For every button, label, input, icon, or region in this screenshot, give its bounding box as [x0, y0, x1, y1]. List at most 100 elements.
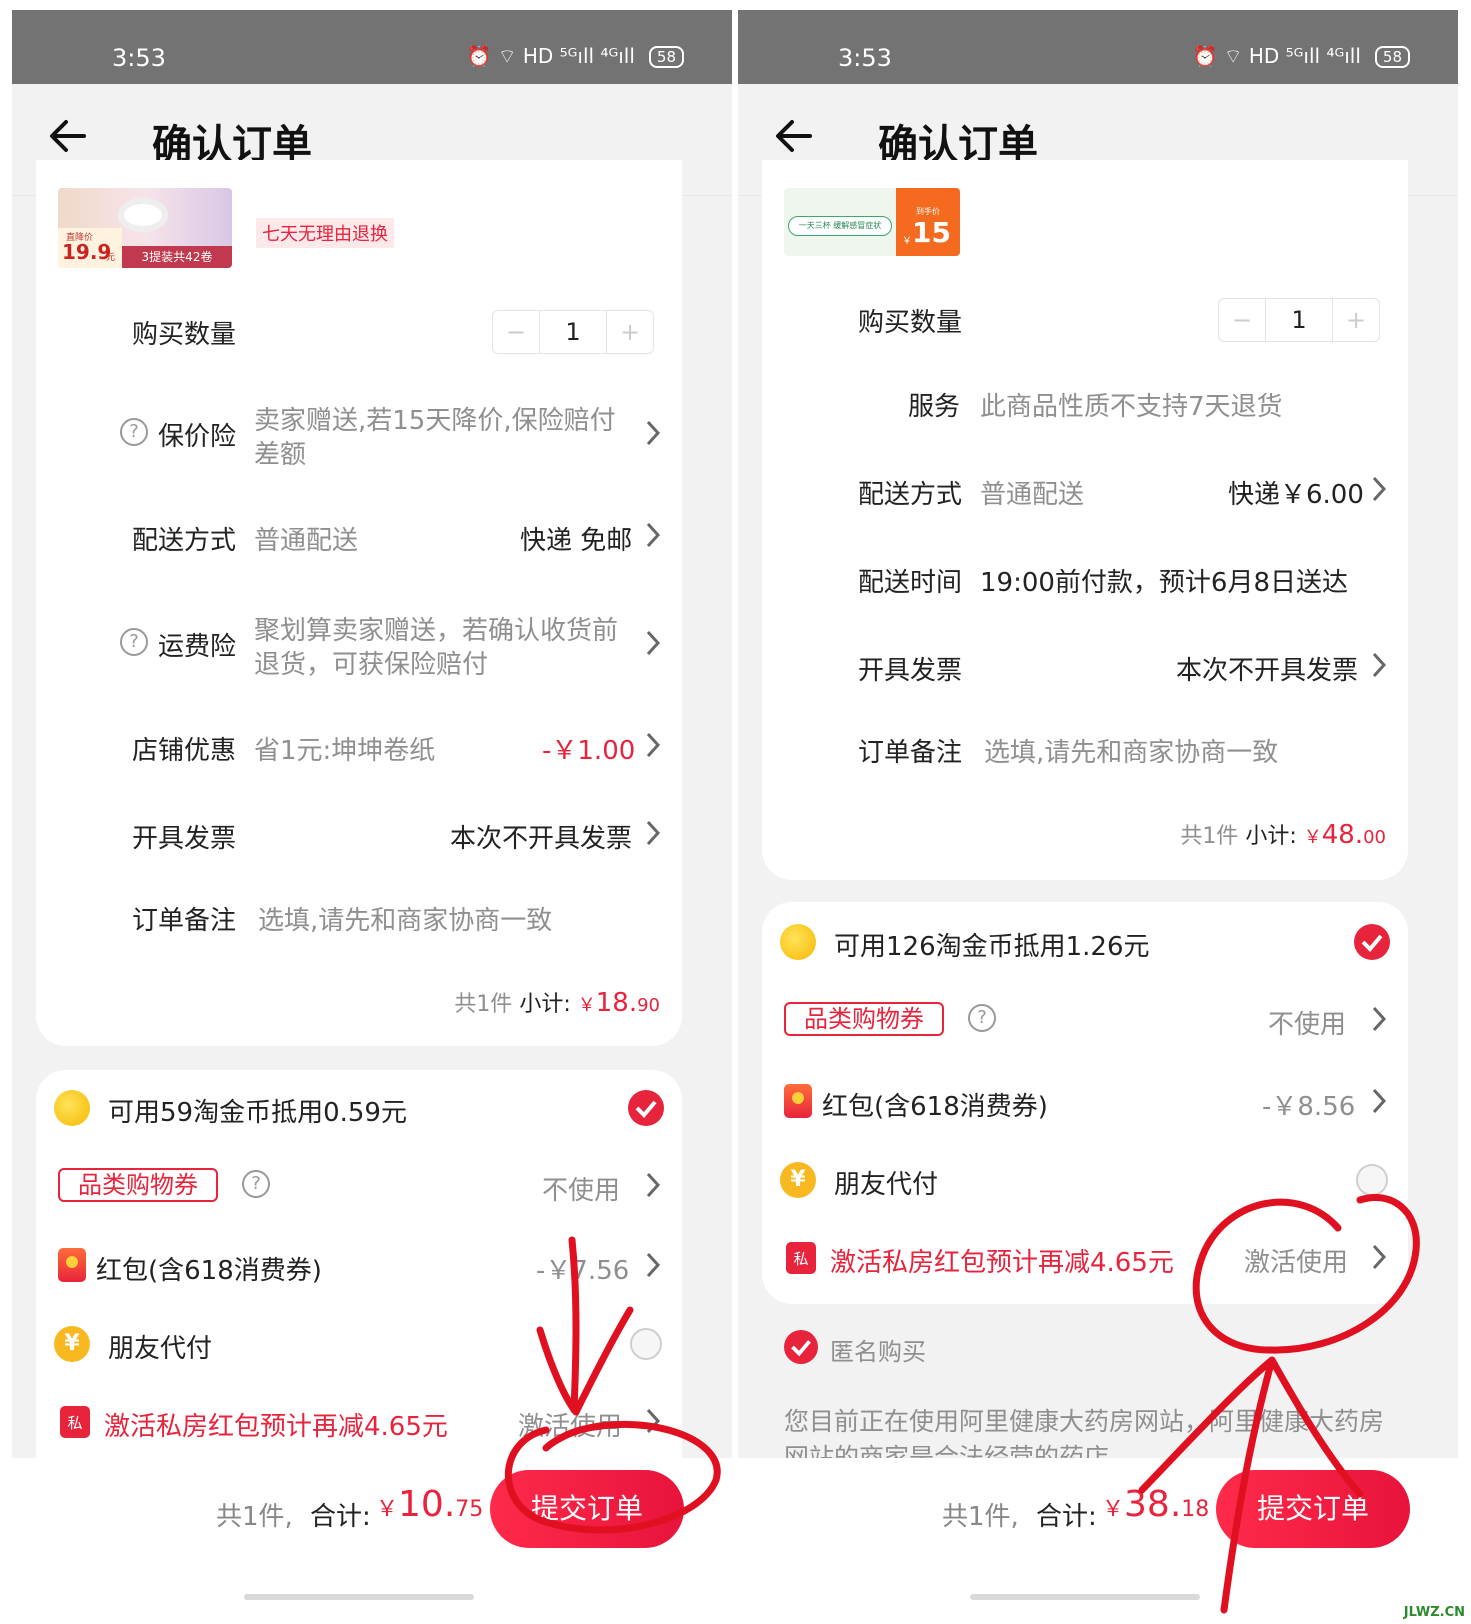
payment-card: 可用126淘金币抵用1.26元 品类购物券 ? 不使用 红包(含618消费券) …	[762, 902, 1408, 1304]
quantity-label: 购买数量	[858, 308, 963, 338]
coins-checkbox[interactable]	[628, 1090, 664, 1126]
activate-text: 激活私房红包预计再减4.65元	[104, 1412, 448, 1442]
invoice-label: 开具发票	[858, 656, 963, 686]
status-icons: ⏰ ⌔ HD ⁵ᴳıll ⁴ᴳıll 58	[466, 44, 684, 69]
increase-button[interactable]: +	[1333, 299, 1379, 341]
invoice-value[interactable]: 本次不开具发票	[450, 818, 632, 855]
chevron-right-icon[interactable]	[1370, 1004, 1388, 1034]
chevron-right-icon[interactable]	[644, 1406, 662, 1436]
chevron-right-icon[interactable]	[644, 418, 662, 448]
subtotal-label: 小计:	[519, 992, 571, 1017]
coupon-status[interactable]: 不使用	[542, 1170, 620, 1207]
price-insurance-label: 保价险	[158, 422, 237, 452]
submit-order-button[interactable]: 提交订单	[490, 1470, 684, 1548]
activate-button[interactable]: 激活使用	[1244, 1242, 1348, 1279]
invoice-label: 开具发票	[132, 824, 237, 854]
remark-input[interactable]: 选填,请先和商家协商一致	[258, 900, 552, 937]
price-badge: 到手价 ￥ 15	[896, 188, 960, 256]
status-icons: ⏰ ⌔ HD ⁵ᴳıll ⁴ᴳıll 58	[1192, 44, 1410, 69]
subtotal: 共1件 小计: ￥18.90	[454, 986, 660, 1018]
subtotal-int: 48.	[1321, 820, 1364, 850]
item-count: 共1件,	[942, 1502, 1019, 1532]
friend-pay-checkbox[interactable]	[630, 1328, 662, 1360]
redpacket-amount[interactable]: -￥8.56	[1262, 1086, 1355, 1123]
back-arrow-icon[interactable]	[48, 116, 88, 156]
subtotal-symbol: ￥	[577, 995, 596, 1016]
activate-button[interactable]: 激活使用	[518, 1406, 622, 1443]
chevron-right-icon[interactable]	[1370, 474, 1388, 504]
anonymous-row: 匿名购买	[762, 1320, 1408, 1380]
chevron-right-icon[interactable]	[644, 818, 662, 848]
decrease-button[interactable]: −	[1219, 299, 1265, 341]
signal-icons: ⏰ ⌔ HD ⁵ᴳıll ⁴ᴳıll	[1192, 44, 1361, 68]
anonymous-checkbox[interactable]	[784, 1330, 818, 1364]
help-icon[interactable]: ?	[242, 1170, 270, 1198]
subtotal-count: 共1件	[1180, 824, 1239, 849]
status-bar: 3:53 ⏰ ⌔ HD ⁵ᴳıll ⁴ᴳıll 58	[12, 10, 732, 84]
chevron-right-icon[interactable]	[1370, 1086, 1388, 1116]
quantity-value[interactable]: 1	[539, 311, 607, 353]
private-redpacket-icon: 私	[786, 1242, 816, 1274]
delivery-label: 配送方式	[132, 526, 237, 556]
status-time: 3:53	[112, 44, 166, 72]
subtotal-dec: 00	[1363, 827, 1386, 848]
submit-order-button[interactable]: 提交订单	[1216, 1470, 1410, 1548]
coins-checkbox[interactable]	[1354, 924, 1390, 960]
product-thumbnail[interactable]: 直降价 19.9 元 3提装共42卷	[58, 188, 232, 268]
pharmacy-notice: 您目前正在使用阿里健康大药房网站，阿里健康大药房	[784, 1407, 1385, 1436]
chevron-right-icon[interactable]	[1370, 650, 1388, 680]
category-coupon-tag[interactable]: 品类购物券	[58, 1168, 218, 1202]
subtotal-int: 18.	[595, 988, 638, 1018]
friend-pay-label: 朋友代付	[834, 1170, 939, 1200]
help-icon[interactable]: ?	[120, 418, 148, 446]
item-count: 共1件,	[216, 1502, 293, 1532]
total-label: 合计:	[1036, 1502, 1097, 1532]
category-coupon-tag[interactable]: 品类购物券	[784, 1002, 944, 1036]
help-icon[interactable]: ?	[968, 1004, 996, 1032]
back-arrow-icon[interactable]	[774, 116, 814, 156]
remark-label: 订单备注	[858, 738, 963, 768]
subtotal: 共1件 小计: ￥48.00	[1180, 818, 1386, 850]
redpacket-label: 红包(含618消费券)	[822, 1092, 1048, 1122]
chevron-right-icon[interactable]	[1370, 1242, 1388, 1272]
product-thumbnail[interactable]: 一天三杯 缓解感冒症状 到手价 ￥ 15	[784, 188, 960, 256]
yen-icon: ¥	[54, 1326, 90, 1362]
toilet-roll-image	[118, 198, 168, 232]
increase-button[interactable]: +	[607, 311, 653, 353]
total-amount: ￥38.18	[1102, 1484, 1210, 1525]
yen-icon: ¥	[780, 1162, 816, 1198]
gold-coin-icon	[780, 924, 816, 960]
remark-input[interactable]: 选填,请先和商家协商一致	[984, 732, 1278, 769]
redpacket-label: 红包(含618消费券)	[96, 1256, 322, 1286]
total-amount: ￥10.75	[376, 1484, 484, 1525]
chevron-right-icon[interactable]	[644, 1170, 662, 1200]
friend-pay-checkbox[interactable]	[1356, 1164, 1388, 1196]
subtotal-label: 小计:	[1245, 824, 1297, 849]
chevron-right-icon[interactable]	[644, 628, 662, 658]
price-insurance-value-2: 差额	[254, 440, 307, 470]
help-icon[interactable]: ?	[120, 628, 148, 656]
chevron-right-icon[interactable]	[644, 1250, 662, 1280]
coupon-status[interactable]: 不使用	[1268, 1004, 1346, 1041]
invoice-value[interactable]: 本次不开具发票	[1176, 650, 1358, 687]
delivery-method[interactable]: 快递￥6.00	[1228, 474, 1364, 511]
shop-discount-amount[interactable]: -￥1.00	[542, 730, 635, 767]
freight-insurance-value-2: 退货，可获保险赔付	[254, 650, 489, 680]
delivery-method[interactable]: 快递 免邮	[520, 520, 632, 557]
bottom-bar: 共1件, 合计: ￥38.18 提交订单	[738, 1458, 1458, 1610]
chevron-right-icon[interactable]	[644, 520, 662, 550]
delivery-value: 普通配送	[254, 526, 359, 556]
private-redpacket-icon: 私	[60, 1406, 90, 1438]
red-packet-icon	[58, 1248, 86, 1282]
decrease-button[interactable]: −	[493, 311, 539, 353]
chevron-right-icon[interactable]	[644, 730, 662, 760]
delivery-label: 配送方式	[858, 480, 963, 510]
freight-insurance-value: 聚划算卖家赠送，若确认收货前	[254, 616, 619, 646]
payment-card: 可用59淘金币抵用0.59元 品类购物券 ? 不使用 红包(含618消费券) -…	[36, 1070, 682, 1490]
status-bar: 3:53 ⏰ ⌔ HD ⁵ᴳıll ⁴ᴳıll 58	[738, 10, 1458, 84]
home-indicator	[244, 1594, 474, 1600]
redpacket-amount[interactable]: -￥7.56	[536, 1250, 629, 1287]
price-insurance-value: 卖家赠送,若15天降价,保险赔付	[254, 406, 616, 436]
quantity-value[interactable]: 1	[1265, 299, 1333, 341]
remark-label: 订单备注	[132, 906, 237, 936]
